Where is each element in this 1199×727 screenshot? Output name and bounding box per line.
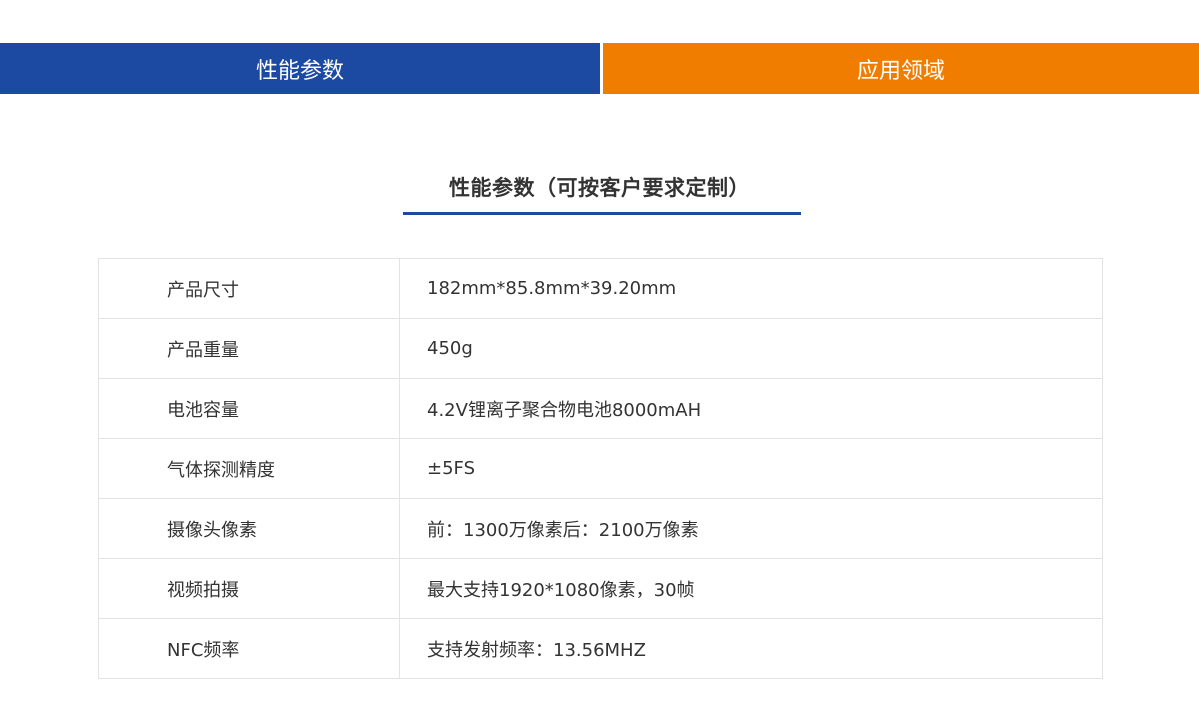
tab-application-fields[interactable]: 应用领域: [603, 43, 1199, 94]
spec-label: 视频拍摄: [98, 558, 400, 619]
table-row: 电池容量 4.2V锂离子聚合物电池8000mAH: [98, 378, 1103, 439]
table-row: 摄像头像素 前：1300万像素后：2100万像素: [98, 498, 1103, 559]
spec-value: 支持发射频率：13.56MHZ: [399, 618, 1103, 679]
table-row: NFC频率 支持发射频率：13.56MHZ: [98, 618, 1103, 679]
spec-label: 电池容量: [98, 378, 400, 439]
spec-label: 摄像头像素: [98, 498, 400, 559]
table-row: 气体探测精度 ±5FS: [98, 438, 1103, 499]
spec-value: 前：1300万像素后：2100万像素: [399, 498, 1103, 559]
spec-label: NFC频率: [98, 618, 400, 679]
section-title: 性能参数（可按客户要求定制）: [449, 176, 750, 200]
section-title-underline: [403, 212, 801, 215]
spec-value: ±5FS: [399, 438, 1103, 499]
tab-bar: 性能参数 应用领域: [0, 43, 1199, 94]
spec-label: 气体探测精度: [98, 438, 400, 499]
spec-value: 最大支持1920*1080像素，30帧: [399, 558, 1103, 619]
spec-value: 450g: [399, 318, 1103, 379]
table-row: 产品尺寸 182mm*85.8mm*39.20mm: [98, 258, 1103, 319]
table-row: 视频拍摄 最大支持1920*1080像素，30帧: [98, 558, 1103, 619]
spec-table: 产品尺寸 182mm*85.8mm*39.20mm 产品重量 450g 电池容量…: [98, 258, 1103, 679]
table-row: 产品重量 450g: [98, 318, 1103, 379]
spec-value: 182mm*85.8mm*39.20mm: [399, 258, 1103, 319]
spec-label: 产品重量: [98, 318, 400, 379]
tab-performance-params[interactable]: 性能参数: [0, 43, 600, 94]
spec-value: 4.2V锂离子聚合物电池8000mAH: [399, 378, 1103, 439]
tab-application-fields-label: 应用领域: [856, 58, 945, 84]
tab-performance-params-label: 性能参数: [255, 58, 344, 84]
spec-label: 产品尺寸: [98, 258, 400, 319]
